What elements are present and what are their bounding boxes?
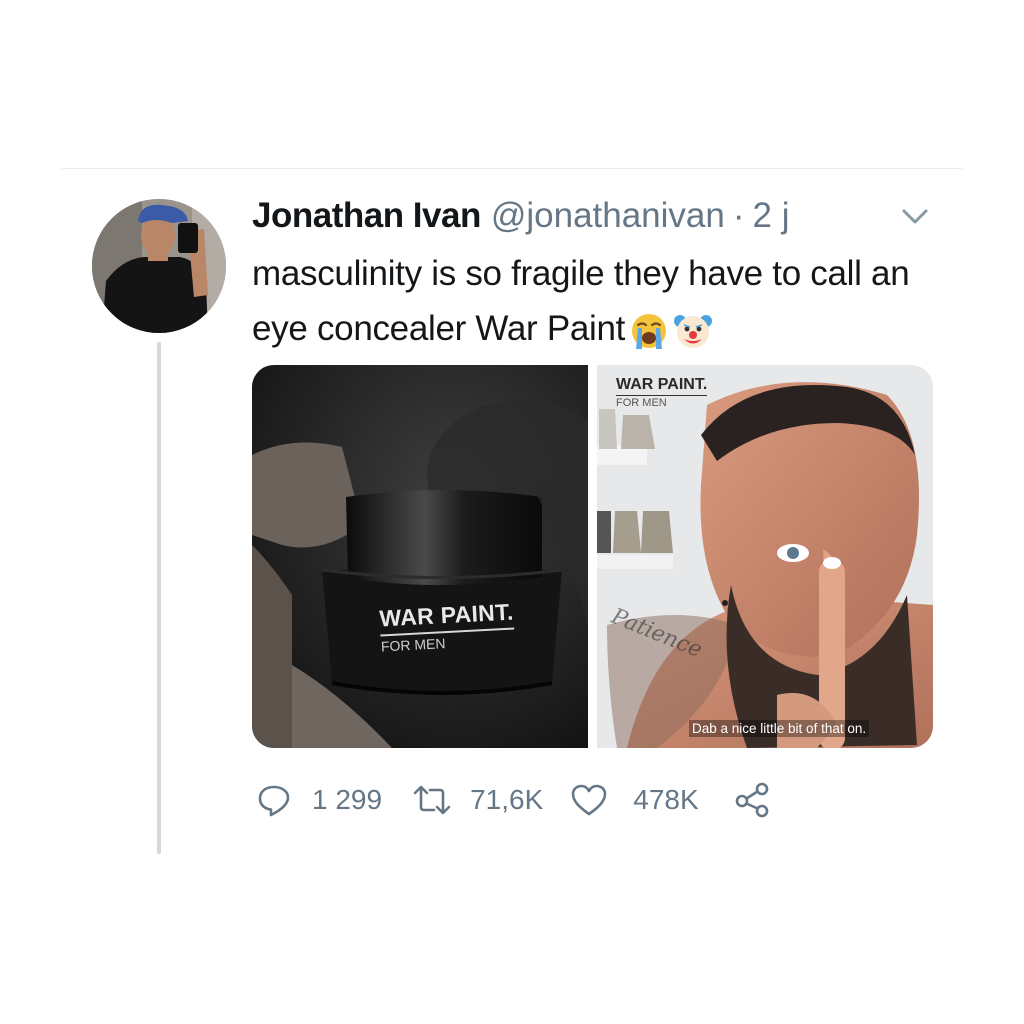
media-image-right[interactable]: WAR PAINT. FOR MEN Patience Dab a nice l… [597,365,933,748]
heart-icon [571,784,607,816]
top-divider [62,168,962,169]
reply-icon [258,785,290,817]
media-grid: WAR PAINT. FOR MEN WAR PAINT. FOR MEN Pa… [252,365,933,748]
tweet-body: masculinity is so fragile they have to c… [252,254,910,348]
reply-action[interactable]: 1 299 [256,782,382,818]
tweet-text: masculinity is so fragile they have to c… [252,246,952,356]
retweet-icon [413,785,451,815]
tweet-actions: 1 299 71,6K 478K [256,780,773,820]
video-caption: Dab a nice little bit of that on. [689,720,870,737]
chevron-down-icon[interactable] [898,204,932,228]
product-subtitle-right: FOR MEN [616,397,667,409]
loudly-crying-face-icon [632,313,667,349]
timestamp[interactable]: 2 j [753,196,790,236]
like-action[interactable]: 478K [569,782,699,818]
reply-count: 1 299 [312,784,383,815]
product-label-left: WAR PAINT. FOR MEN [378,598,516,654]
avatar-photo [92,199,226,333]
tweet-header: Jonathan Ivan @jonathanivan · 2 j [252,192,789,240]
product-label-right: WAR PAINT. FOR MEN [616,376,708,409]
media-image-left[interactable]: WAR PAINT. FOR MEN [252,365,588,748]
separator-dot: · [732,196,745,235]
thread-line [157,342,161,854]
share-action[interactable] [733,780,773,820]
clown-face-icon [674,314,713,348]
user-handle[interactable]: @jonathanivan [491,196,725,236]
product-photo [252,365,588,748]
display-name[interactable]: Jonathan Ivan [252,196,481,236]
like-count: 478K [633,784,699,815]
avatar[interactable] [92,199,226,333]
product-title-left: WAR PAINT. [378,598,515,637]
retweet-count: 71,6K [470,784,544,815]
product-title-right: WAR PAINT. [616,376,708,396]
man-applying-concealer-photo [597,365,933,748]
retweet-action[interactable]: 71,6K [412,782,543,818]
share-icon [735,782,768,818]
media-gap [588,365,597,748]
